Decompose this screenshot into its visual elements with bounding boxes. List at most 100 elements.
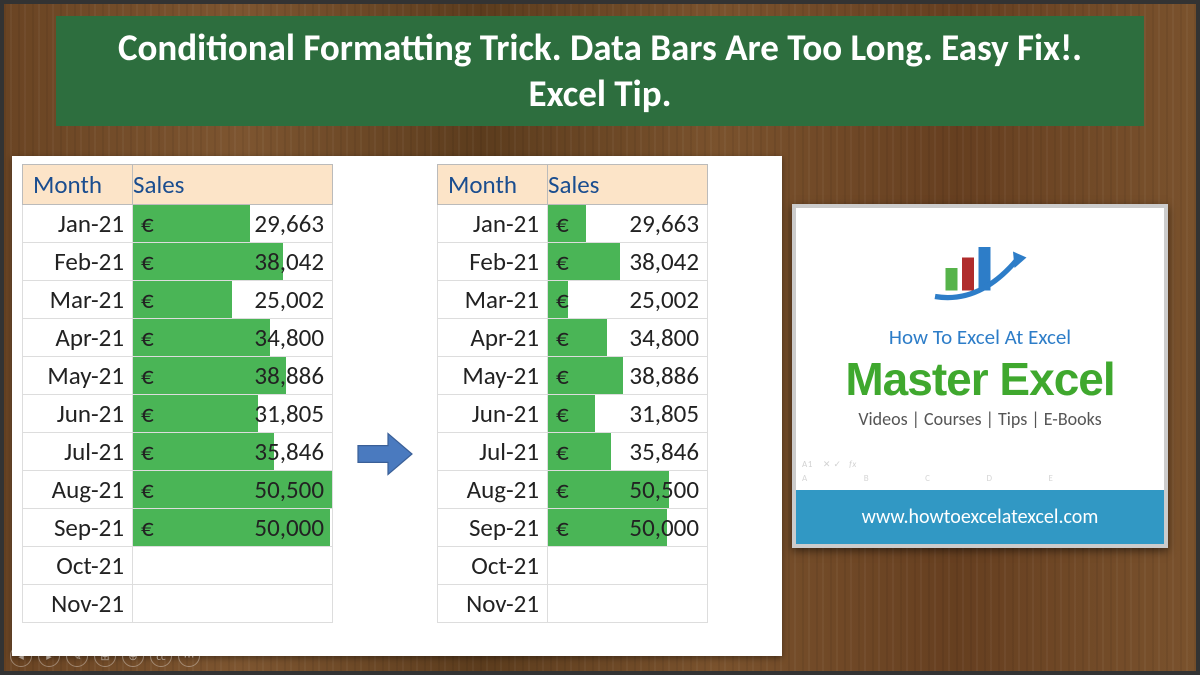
pen-icon[interactable]: ✎: [66, 645, 88, 667]
currency-symbol: €: [141, 284, 160, 315]
table-row: May-21€38,886: [438, 357, 708, 395]
cell-month: May-21: [438, 357, 548, 395]
table-row: Apr-21€34,800: [438, 319, 708, 357]
sales-text: €29,663: [133, 205, 332, 242]
sales-text: €35,846: [548, 433, 707, 470]
sales-value: 38,042: [254, 246, 324, 277]
cell-month: Oct-21: [438, 547, 548, 585]
table-row: Feb-21€38,042: [23, 243, 333, 281]
sales-text: €35,846: [133, 433, 332, 470]
cell-sales: €31,805: [133, 395, 333, 433]
sales-value: 50,500: [254, 474, 324, 505]
cell-month: Feb-21: [23, 243, 133, 281]
table-row: Mar-21€25,002: [23, 281, 333, 319]
table-row: Sep-21€50,000: [23, 509, 333, 547]
thumbnails-icon[interactable]: ⊞: [94, 645, 116, 667]
sales-text: €29,663: [548, 205, 707, 242]
sales-value: 34,800: [254, 322, 324, 353]
promo-headline: Master Excel: [816, 352, 1144, 406]
tables-panel: Month Sales Jan-21€29,663Feb-21€38,042Ma…: [12, 156, 782, 656]
currency-symbol: €: [556, 436, 575, 467]
cell-sales: €29,663: [548, 205, 708, 243]
sales-text: €25,002: [548, 281, 707, 318]
sales-value: 50,500: [629, 474, 699, 505]
arrow-icon: [355, 424, 415, 484]
sales-text: €38,042: [133, 243, 332, 280]
cell-month: Jun-21: [23, 395, 133, 433]
presenter-toolbar[interactable]: ◂ ▸ ✎ ⊞ ⊕ cc ⋯: [10, 645, 200, 667]
prev-slide-icon[interactable]: ◂: [10, 645, 32, 667]
sales-value: 35,846: [629, 436, 699, 467]
table-before: Month Sales Jan-21€29,663Feb-21€38,042Ma…: [22, 164, 333, 623]
header-sales: Sales: [548, 165, 708, 205]
currency-symbol: €: [556, 512, 575, 543]
sales-value: 29,663: [629, 208, 699, 239]
cell-month: Sep-21: [438, 509, 548, 547]
cell-month: Jun-21: [438, 395, 548, 433]
currency-symbol: €: [556, 322, 575, 353]
currency-symbol: €: [556, 474, 575, 505]
table-row: Apr-21€34,800: [23, 319, 333, 357]
table-row: Nov-21: [23, 585, 333, 623]
sales-value: 25,002: [629, 284, 699, 315]
currency-symbol: €: [141, 398, 160, 429]
cell-sales: [133, 547, 333, 585]
more-icon[interactable]: ⋯: [178, 645, 200, 667]
cell-sales: [548, 547, 708, 585]
cell-month: Jan-21: [438, 205, 548, 243]
cell-sales: €29,663: [133, 205, 333, 243]
table-row: May-21 €38,886: [23, 357, 333, 395]
header-month: Month: [23, 165, 133, 205]
cell-sales: €35,846: [133, 433, 333, 471]
sales-text: €38,886: [548, 357, 707, 394]
currency-symbol: €: [141, 360, 160, 391]
currency-symbol: €: [556, 360, 575, 391]
cell-month: Jul-21: [23, 433, 133, 471]
table-row: Jan-21€29,663: [438, 205, 708, 243]
promo-subtitle: How To Excel At Excel: [816, 324, 1144, 350]
table-row: Jun-21€31,805: [23, 395, 333, 433]
cell-month: Aug-21: [23, 471, 133, 509]
sales-value: 38,886: [254, 360, 324, 391]
currency-symbol: €: [556, 208, 575, 239]
table-row: Oct-21: [23, 547, 333, 585]
sales-text: €34,800: [548, 319, 707, 356]
subtitle-icon[interactable]: cc: [150, 645, 172, 667]
cell-month: Aug-21: [438, 471, 548, 509]
currency-symbol: €: [141, 208, 160, 239]
promo-card: How To Excel At Excel Master Excel Video…: [792, 204, 1168, 548]
header-sales: Sales: [133, 165, 333, 205]
sales-value: 25,002: [254, 284, 324, 315]
currency-symbol: €: [556, 398, 575, 429]
title-bar: Conditional Formatting Trick. Data Bars …: [56, 16, 1144, 126]
cell-sales: €50,500: [133, 471, 333, 509]
currency-symbol: €: [556, 284, 575, 315]
cell-sales: €50,500: [548, 471, 708, 509]
promo-detail: Videos | Courses | Tips | E-Books: [816, 408, 1144, 430]
sales-value: 38,042: [629, 246, 699, 277]
cell-sales: €25,002: [133, 281, 333, 319]
sales-text: €31,805: [133, 395, 332, 432]
currency-symbol: €: [556, 246, 575, 277]
zoom-icon[interactable]: ⊕: [122, 645, 144, 667]
sales-text: €50,500: [133, 471, 332, 508]
cell-sales: €50,000: [548, 509, 708, 547]
table-row: Sep-21€50,000: [438, 509, 708, 547]
sales-text: €50,000: [133, 509, 332, 546]
sales-value: 38,886: [629, 360, 699, 391]
table-row: Jun-21€31,805: [438, 395, 708, 433]
header-month: Month: [438, 165, 548, 205]
sales-text: €31,805: [548, 395, 707, 432]
sales-value: 50,000: [254, 512, 324, 543]
cell-sales: €35,846: [548, 433, 708, 471]
sales-text: €50,500: [548, 471, 707, 508]
logo-icon: [816, 234, 1144, 314]
table-after: Month Sales Jan-21€29,663Feb-21€38,042Ma…: [437, 164, 708, 623]
table-row: Feb-21€38,042: [438, 243, 708, 281]
cell-sales: €38,886: [548, 357, 708, 395]
sales-text: €38,042: [548, 243, 707, 280]
sales-value: 34,800: [629, 322, 699, 353]
cell-month: May-21: [23, 357, 133, 395]
next-slide-icon[interactable]: ▸: [38, 645, 60, 667]
currency-symbol: €: [141, 322, 160, 353]
